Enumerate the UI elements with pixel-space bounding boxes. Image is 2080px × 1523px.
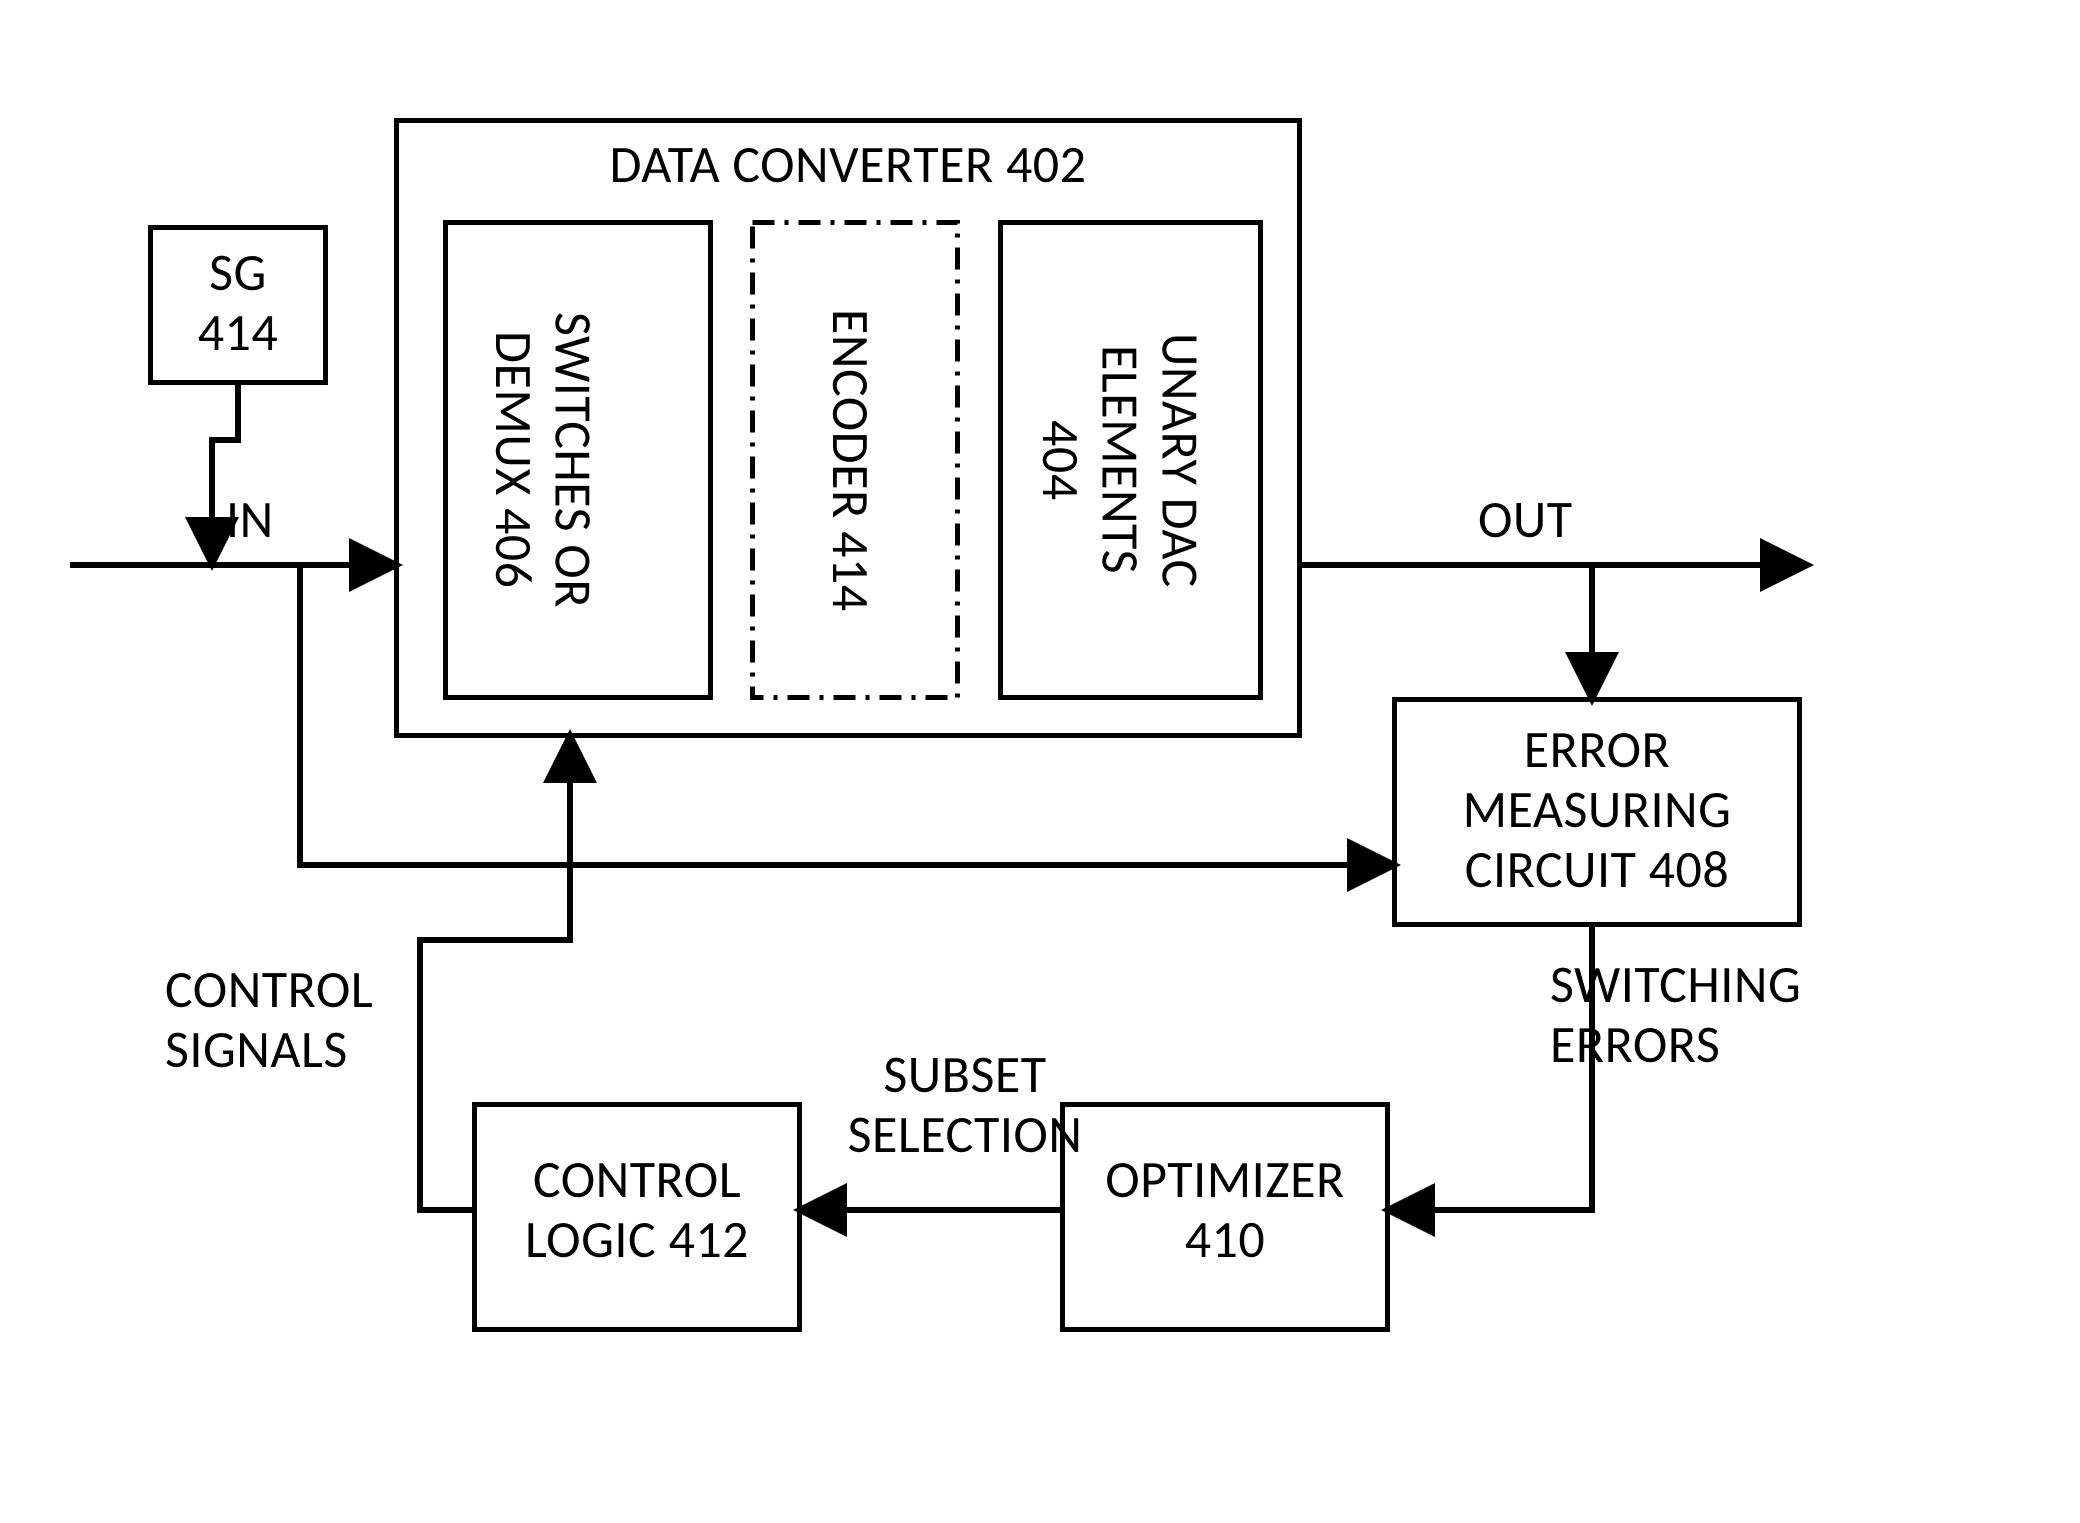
diagram-root: SG 414 DATA CONVERTER 402 SWITCHES OR DE… (0, 0, 2080, 1523)
label-data-converter: DATA CONVERTER 402 (394, 135, 1302, 195)
label-out: OUT (1478, 490, 1638, 550)
label-encoder: ENCODER 414 (820, 240, 880, 680)
label-switching-errors: SWITCHING ERRORS (1550, 955, 1890, 1075)
label-error-measuring: ERROR MEASURING CIRCUIT 408 (1392, 720, 1802, 899)
label-unary-dac: UNARY DAC ELEMENTS 404 (1030, 240, 1209, 680)
label-switches: SWITCHES OR DEMUX 406 (483, 240, 603, 680)
label-control-signals: CONTROL SIGNALS (165, 960, 465, 1080)
label-in: IN (226, 490, 346, 550)
label-control-logic: CONTROL LOGIC 412 (472, 1150, 802, 1270)
label-subset-selection: SUBSET SELECTION (815, 1045, 1115, 1165)
label-sg: SG 414 (148, 243, 328, 363)
label-optimizer: OPTIMIZER 410 (1060, 1150, 1390, 1270)
